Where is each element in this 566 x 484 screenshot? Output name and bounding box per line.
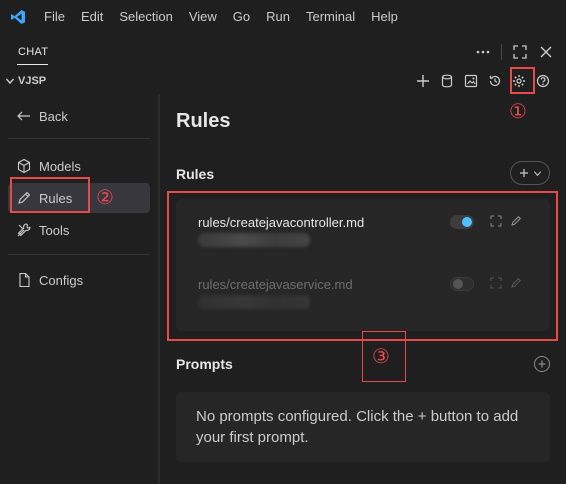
sidebar-item-label: Models <box>39 158 81 174</box>
menu-go[interactable]: Go <box>225 0 258 34</box>
annotation-number-3: ③ <box>372 344 390 368</box>
prompts-list: No prompts configured. Click the + butto… <box>176 392 550 462</box>
annotation-box-rules-list <box>167 191 558 341</box>
more-icon[interactable] <box>475 44 491 60</box>
menu-bar: File Edit Selection View Go Run Terminal… <box>44 0 406 34</box>
annotation-box-settings <box>510 67 535 94</box>
add-rule-button[interactable] <box>510 161 550 185</box>
menu-file[interactable]: File <box>44 0 73 34</box>
workspace-title[interactable]: VJSP <box>18 75 46 87</box>
history-icon[interactable] <box>486 72 504 90</box>
prompts-section-title: Prompts <box>176 356 233 372</box>
add-icon[interactable] <box>414 72 432 90</box>
menu-help[interactable]: Help <box>363 0 406 34</box>
sidebar-divider <box>8 138 150 139</box>
chat-panel-header: CHAT <box>0 34 566 70</box>
settings-sidebar: Back Models Rules Tools Configs <box>0 94 158 484</box>
cube-icon <box>17 158 31 174</box>
close-icon[interactable] <box>538 44 554 60</box>
vscode-logo-icon <box>11 10 25 24</box>
title-bar: File Edit Selection View Go Run Terminal… <box>0 0 566 34</box>
workspace-row: VJSP <box>0 70 566 94</box>
tab-chat[interactable]: CHAT <box>18 46 48 58</box>
header-divider <box>501 44 502 60</box>
menu-selection[interactable]: Selection <box>111 0 180 34</box>
help-icon[interactable] <box>534 72 552 90</box>
back-label: Back <box>39 108 68 124</box>
active-tab-indicator <box>17 64 48 65</box>
sidebar-divider <box>8 254 150 255</box>
menu-view[interactable]: View <box>181 0 225 34</box>
chevron-down-icon <box>533 170 541 176</box>
rules-section-title: Rules <box>176 166 215 182</box>
add-icon <box>538 360 546 368</box>
file-icon <box>19 272 30 288</box>
sidebar-item-configs[interactable]: Configs <box>8 265 150 295</box>
tools-icon <box>17 223 31 237</box>
sidebar-item-tools[interactable]: Tools <box>8 215 150 245</box>
add-icon <box>519 169 528 177</box>
sidebar-item-label: Tools <box>39 222 70 238</box>
image-icon[interactable] <box>462 72 480 90</box>
arrow-left-icon <box>17 111 30 121</box>
maximize-icon[interactable] <box>512 44 528 60</box>
menu-terminal[interactable]: Terminal <box>298 0 363 34</box>
annotation-number-1: ① <box>509 99 527 123</box>
menu-edit[interactable]: Edit <box>73 0 111 34</box>
chevron-down-icon[interactable] <box>5 76 15 86</box>
back-button[interactable]: Back <box>8 101 150 131</box>
prompts-empty-message: No prompts configured. Click the + butto… <box>196 408 519 446</box>
database-icon[interactable] <box>438 72 456 90</box>
annotation-number-2: ② <box>96 185 114 209</box>
add-prompt-button[interactable] <box>534 356 550 372</box>
annotation-box-rules <box>10 177 90 213</box>
sidebar-item-label: Configs <box>39 272 84 288</box>
menu-run[interactable]: Run <box>258 0 298 34</box>
page-title: Rules <box>176 110 231 132</box>
